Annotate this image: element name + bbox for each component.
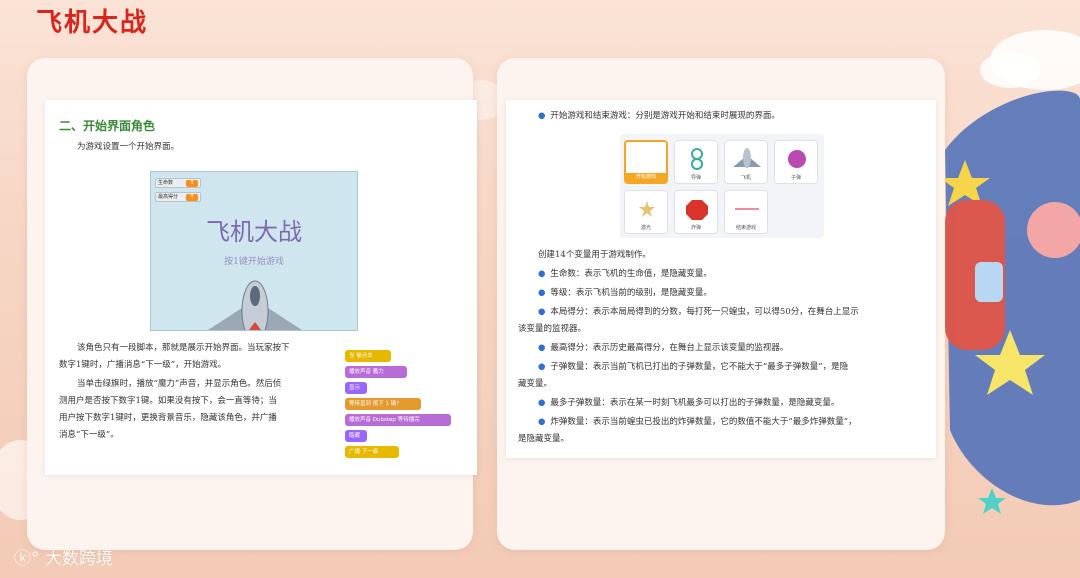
- bullet-item: ● 等级：表示飞机当前的级别，是隐藏变量。: [538, 285, 712, 302]
- bullet-icon: ●: [538, 343, 546, 353]
- sprite-label: 激光: [640, 225, 651, 231]
- paragraph-line: 用户按下数字1键时，更换背景音乐，隐藏该角色，并广播: [59, 413, 277, 423]
- bullet-ball-icon: [788, 150, 806, 168]
- bullet-item: ● 本局得分：表示本局局得到的分数，每打死一只蝗虫，可以得50分，在舞台上显示: [538, 304, 859, 321]
- sprite-label: 炸弹: [690, 225, 701, 231]
- variable-monitor: 生命数 3: [155, 178, 201, 188]
- bullet-continuation: 该变量的监视器。: [518, 324, 587, 334]
- plane-icon: [733, 148, 761, 168]
- paragraph-line: 测用户是否按下数字1键。如果没有按下，会一直等待；当: [59, 396, 277, 406]
- stage-subtitle: 按1键开始游戏: [224, 257, 284, 267]
- watermark-logo: ⓚ° 大数跨境: [14, 544, 113, 569]
- bullet-continuation: 藏变量。: [518, 379, 553, 389]
- bullet-item: ● 生命数：表示飞机的生命值，是隐藏变量。: [538, 266, 712, 283]
- star-shape: [978, 488, 1006, 514]
- sprite-thumb-bomb[interactable]: 炸弹: [674, 190, 718, 234]
- bullet-item: ● 子弹数量：表示当前飞机已打出的子弹数量，它不能大于“最多子弹数量”，是隐: [538, 359, 848, 376]
- bullet-item: ● 开始游戏和结束游戏：分别是游戏开始和结束时展现的界面。: [538, 108, 780, 125]
- bullet-text: 最高得分：表示历史最高得分，在舞台上显示该变量的监视器。: [550, 343, 789, 353]
- sprite-label: 开始游戏: [626, 173, 666, 182]
- sprite-thumb-missile[interactable]: 导弹: [674, 140, 718, 184]
- paragraph-line: 消息“下一级”。: [59, 430, 119, 440]
- sprite-thumb-end[interactable]: 结束游戏: [724, 190, 768, 234]
- bullet-icon: ●: [538, 111, 546, 121]
- paragraph-line: 创建14个变量用于游戏制作。: [538, 250, 651, 260]
- scratch-block-event: 当 被点击: [345, 350, 391, 362]
- paragraph-line: 当单击绿旗时，播放“魔力”声音，并显示角色。然后侦: [77, 379, 282, 389]
- end-line-icon: [735, 208, 759, 210]
- bullet-icon: ●: [538, 398, 546, 408]
- variable-monitor: 最高得分 0: [155, 192, 201, 202]
- airplane-icon: [208, 280, 302, 330]
- bullet-item: ● 最多子弹数量：表示在某一时刻飞机最多可以打出的子弹数量，是隐藏变量。: [538, 395, 839, 412]
- bullet-icon: ●: [538, 288, 546, 298]
- bomb-icon: [686, 200, 708, 220]
- watermark-text: 大数跨境: [44, 549, 113, 569]
- scratch-block-sound: 播放声音 Dubstep 等待播完: [345, 414, 451, 426]
- scratch-block-sound: 播放声音 魔力: [345, 366, 407, 378]
- game-stage-preview: 生命数 3 最高得分 0 飞机大战 按1键开始游戏: [150, 171, 358, 331]
- bullet-text: 炸弹数量：表示当前蝗虫已投出的炸弹数量，它的数值不能大于“最多炸弹数量”，: [550, 417, 857, 427]
- stage-title: 飞机大战: [206, 218, 302, 246]
- sprite-label: 飞机: [740, 175, 751, 181]
- bullet-text: 生命数：表示飞机的生命值，是隐藏变量。: [550, 269, 712, 279]
- scratch-block-control: 等待直到 按下 1 键?: [345, 398, 421, 410]
- star-icon: [639, 201, 655, 217]
- sprite-thumb-plane[interactable]: 飞机: [724, 140, 768, 184]
- variable-value: 3: [186, 180, 198, 187]
- bullet-text: 等级：表示飞机当前的级别，是隐藏变量。: [550, 288, 712, 298]
- bullet-text: 最多子弹数量：表示在某一时刻飞机最多可以打出的子弹数量，是隐藏变量。: [550, 398, 840, 408]
- variable-value: 0: [186, 194, 198, 201]
- bullet-icon: ●: [538, 269, 546, 279]
- bullet-item: ● 炸弹数量：表示当前蝗虫已投出的炸弹数量，它的数值不能大于“最多炸弹数量”，: [538, 414, 857, 431]
- bullet-continuation: 是隐藏变量。: [518, 434, 570, 444]
- bottle-shape: [975, 262, 1003, 302]
- bullet-icon: ●: [538, 417, 546, 427]
- sprite-thumb-bullet[interactable]: 子弹: [774, 140, 818, 184]
- bullet-text: 本局得分：表示本局局得到的分数，每打死一只蝗虫，可以得50分，在舞台上显示: [550, 307, 859, 317]
- missile-icon: [691, 148, 703, 170]
- page-title: 飞机大战: [36, 8, 149, 38]
- right-document-page: ● 开始游戏和结束游戏：分别是游戏开始和结束时展现的界面。 开始游戏 导弹 飞机 …: [506, 100, 936, 458]
- bullet-text: 子弹数量：表示当前飞机已打出的子弹数量，它不能大于“最多子弹数量”，是隐: [550, 362, 849, 372]
- sprite-label: 导弹: [690, 175, 701, 181]
- bullet-item: ● 最高得分：表示历史最高得分，在舞台上显示该变量的监视器。: [538, 340, 788, 357]
- bullet-text: 开始游戏和结束游戏：分别是游戏开始和结束时展现的界面。: [550, 111, 780, 121]
- bullet-icon: ●: [538, 362, 546, 372]
- variable-label: 生命数: [158, 180, 174, 186]
- scratch-block-looks: 隐藏: [345, 430, 367, 442]
- bullet-icon: ●: [538, 307, 546, 317]
- section-heading: 二、开始界面角色: [59, 119, 156, 133]
- paragraph-line: 该角色只有一段脚本，那就是展示开始界面。当玩家按下: [77, 343, 290, 353]
- sprite-label: 子弹: [790, 175, 801, 181]
- sprite-label: 结束游戏: [735, 225, 756, 231]
- paragraph-line: 数字1键时，广播消息“下一级”，开始游戏。: [59, 360, 227, 370]
- scratch-block-event: 广播 下一级: [345, 446, 399, 458]
- watermark-icon: ⓚ°: [14, 549, 40, 569]
- sprite-list-panel: 开始游戏 导弹 飞机 子弹 激光 炸弹 结束游戏: [620, 134, 824, 238]
- sprite-thumb-start[interactable]: 开始游戏: [624, 140, 668, 184]
- scratch-block-looks: 显示: [345, 382, 367, 394]
- variable-label: 最高得分: [158, 194, 179, 200]
- cloud-shape: [980, 52, 1040, 88]
- sprite-thumb-laser[interactable]: 激光: [624, 190, 668, 234]
- intro-text: 为游戏设置一个开始界面。: [77, 142, 180, 152]
